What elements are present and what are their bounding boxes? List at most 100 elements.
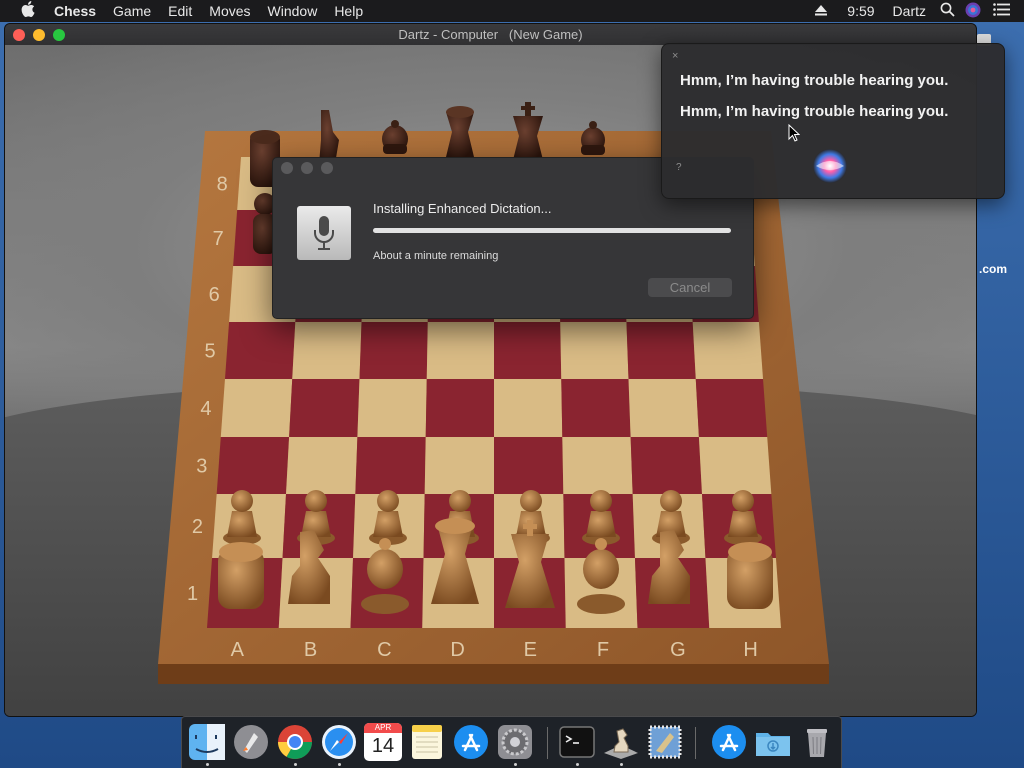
chrome-icon[interactable]	[276, 723, 314, 761]
board-frame-edge	[158, 664, 829, 684]
dialog-minimize-button[interactable]	[301, 162, 313, 174]
board-square[interactable]	[692, 322, 764, 379]
board-square[interactable]	[561, 379, 631, 437]
board-square[interactable]	[630, 437, 702, 494]
finder-icon[interactable]	[188, 723, 226, 761]
desktop-partial-text: .com	[979, 262, 1008, 276]
black-knight-piece	[319, 110, 339, 164]
file-label: E	[524, 639, 537, 661]
calendar-day-label: 14	[371, 735, 395, 757]
system-preferences-running-indicator	[514, 763, 517, 766]
apple-menu-icon[interactable]	[18, 0, 38, 22]
board-square[interactable]	[359, 322, 428, 379]
dialog-close-button[interactable]	[281, 162, 293, 174]
dialog-zoom-button[interactable]	[321, 162, 333, 174]
chrome-running-indicator	[294, 763, 297, 766]
safari-icon[interactable]	[320, 723, 358, 761]
downloads-stack-icon[interactable]	[710, 723, 748, 761]
rank-label: 7	[213, 228, 224, 250]
board-square[interactable]	[424, 437, 494, 494]
board-square[interactable]	[357, 379, 427, 437]
install-progress-bar	[373, 228, 731, 233]
notification-center-icon[interactable]	[993, 3, 1010, 19]
mouse-cursor-icon	[788, 124, 800, 142]
menu-app-chess[interactable]: Chess	[54, 3, 96, 19]
terminal-icon[interactable]	[558, 723, 596, 761]
safari-running-indicator	[338, 763, 341, 766]
siri-orb-icon[interactable]	[812, 148, 848, 184]
board-square[interactable]	[695, 379, 768, 437]
white-rook-piece-2	[727, 542, 773, 609]
finder-running-indicator	[206, 763, 209, 766]
board-square[interactable]	[220, 379, 293, 437]
board-square[interactable]	[626, 322, 696, 379]
siri-response-line: Hmm, I’m having trouble hearing you.	[680, 72, 949, 89]
dock: APR 14	[181, 716, 842, 768]
siri-help-button[interactable]: ?	[676, 162, 682, 173]
calendar-month-label: APR	[364, 723, 402, 733]
board-square[interactable]	[355, 437, 426, 494]
menu-help[interactable]: Help	[334, 3, 363, 19]
launchpad-icon[interactable]	[232, 723, 270, 761]
board-square[interactable]	[494, 322, 562, 379]
siri-icon[interactable]	[965, 2, 981, 21]
trash-icon[interactable]	[798, 723, 836, 761]
app-store-icon[interactable]	[452, 723, 490, 761]
board-square[interactable]	[289, 379, 360, 437]
file-label: F	[597, 639, 609, 661]
notes-icon[interactable]	[408, 723, 446, 761]
menu-window[interactable]: Window	[268, 3, 318, 19]
board-square[interactable]	[628, 379, 699, 437]
menu-bar: Chess Game Edit Moves Window Help 9:59 D…	[0, 0, 1024, 22]
board-square[interactable]	[286, 437, 358, 494]
board-square[interactable]	[224, 322, 296, 379]
file-label: H	[743, 639, 757, 661]
siri-close-button[interactable]: ×	[672, 50, 678, 62]
board-square[interactable]	[560, 322, 629, 379]
calendar-icon[interactable]: APR 14	[364, 723, 402, 761]
board-square[interactable]	[562, 437, 633, 494]
menu-moves[interactable]: Moves	[209, 3, 250, 19]
install-progress-fill	[373, 228, 731, 233]
rank-label: 5	[205, 341, 216, 363]
dock-separator-2	[695, 727, 696, 759]
board-square[interactable]	[426, 322, 494, 379]
board-square[interactable]	[494, 379, 563, 437]
black-king-piece	[513, 102, 543, 160]
board-square[interactable]	[216, 437, 290, 494]
board-square[interactable]	[292, 322, 362, 379]
file-label: C	[377, 639, 391, 661]
black-bishop-piece-2	[581, 121, 605, 155]
cancel-button[interactable]: Cancel	[648, 278, 732, 297]
eject-icon[interactable]	[815, 3, 828, 19]
menu-user[interactable]: Dartz	[893, 3, 926, 19]
rank-label: 2	[192, 516, 203, 538]
board-square[interactable]	[425, 379, 494, 437]
chess-app-icon[interactable]	[602, 723, 640, 761]
file-label: D	[450, 639, 464, 661]
file-label: B	[304, 639, 317, 661]
downloads-folder-icon[interactable]	[754, 723, 792, 761]
rank-label: 1	[187, 583, 198, 605]
spotlight-search-icon[interactable]	[940, 2, 955, 20]
dialog-title: Installing Enhanced Dictation...	[373, 201, 552, 216]
rank-label: 8	[217, 174, 228, 196]
board-square[interactable]	[698, 437, 772, 494]
white-rook-piece	[218, 542, 264, 609]
black-bishop-piece	[382, 120, 408, 154]
file-label: G	[670, 639, 686, 661]
siri-panel[interactable]: × Hmm, I’m having trouble hearing you. H…	[661, 43, 1005, 199]
rank-label: 4	[200, 398, 211, 420]
menu-game[interactable]: Game	[113, 3, 151, 19]
time-remaining-text: About a minute remaining	[373, 250, 499, 262]
menu-edit[interactable]: Edit	[168, 3, 192, 19]
menu-clock[interactable]: 9:59	[847, 3, 874, 19]
rank-label: 6	[209, 284, 220, 306]
system-preferences-icon[interactable]	[496, 723, 534, 761]
siri-response-line-2: Hmm, I’m having trouble hearing you.	[680, 103, 949, 120]
board-square[interactable]	[494, 437, 564, 494]
preview-icon[interactable]	[646, 723, 684, 761]
terminal-running-indicator	[576, 763, 579, 766]
rank-label: 3	[196, 456, 207, 478]
dock-separator	[547, 727, 548, 759]
